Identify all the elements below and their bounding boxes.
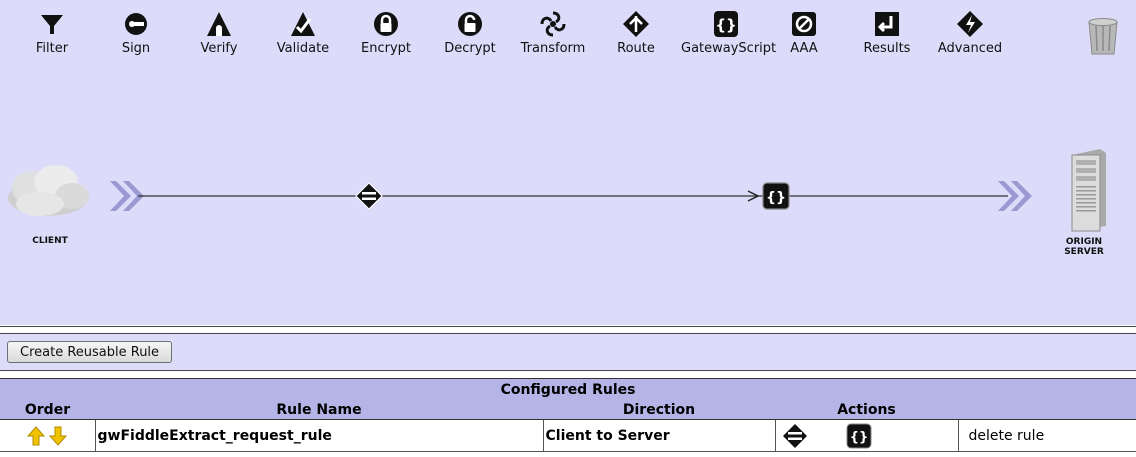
client-cloud-icon bbox=[8, 165, 89, 216]
direction-cell: Client to Server bbox=[543, 419, 776, 452]
origin-server-label-line1: ORIGIN bbox=[1065, 237, 1103, 247]
direction-column-header: Direction bbox=[543, 400, 775, 420]
svg-text:{}: {} bbox=[766, 190, 786, 206]
delete-rule-link[interactable]: delete rule bbox=[958, 419, 1136, 452]
client-label-text: CLIENT bbox=[32, 236, 68, 246]
actions-cell: {} bbox=[775, 419, 959, 452]
actions-column-header: Actions bbox=[775, 400, 958, 420]
configured-rules-caption: Configured Rules bbox=[0, 378, 1136, 400]
table-row: gwFiddleExtract_request_rule Client to S… bbox=[0, 419, 1136, 452]
gatewayscript-action-icon[interactable]: {} bbox=[846, 423, 872, 449]
origin-server-label-line2: SERVER bbox=[1064, 247, 1104, 257]
rule-name-column-header: Rule Name bbox=[95, 400, 543, 420]
order-column-header: Order bbox=[0, 400, 95, 420]
gatewayscript-action-icon[interactable]: {} bbox=[762, 182, 790, 210]
match-action-icon[interactable] bbox=[355, 182, 383, 210]
client-label: CLIENT bbox=[18, 236, 82, 246]
move-up-arrow-icon[interactable] bbox=[27, 425, 46, 446]
order-cell bbox=[0, 419, 96, 452]
svg-text:{}: {} bbox=[850, 430, 869, 445]
rule-name-cell[interactable]: gwFiddleExtract_request_rule bbox=[95, 419, 544, 452]
rule-actions-bar: Create Reusable Rule bbox=[0, 333, 1136, 371]
origin-server-icon bbox=[1071, 149, 1106, 232]
delete-column-header bbox=[958, 400, 1136, 420]
rule-flow-diagram: {} bbox=[8, 149, 1106, 232]
canvas-divider bbox=[0, 326, 1136, 327]
configured-rules-table: Configured Rules Order Rule Name Directi… bbox=[0, 378, 1136, 452]
move-down-arrow-icon[interactable] bbox=[49, 426, 68, 446]
rule-editor-canvas: Filter Sign Verify Validate Encrypt Decr… bbox=[0, 0, 1136, 325]
create-reusable-rule-button[interactable]: Create Reusable Rule bbox=[7, 341, 173, 363]
origin-server-label: ORIGIN SERVER bbox=[1052, 237, 1116, 257]
match-action-icon[interactable] bbox=[782, 423, 808, 449]
